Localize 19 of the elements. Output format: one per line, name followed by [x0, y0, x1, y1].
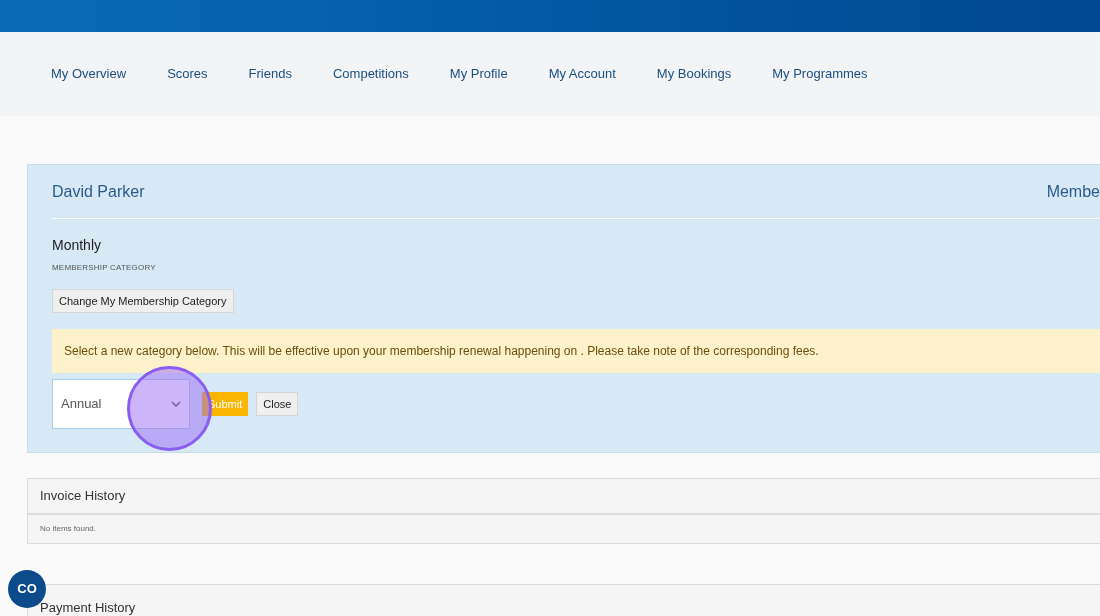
nav-link[interactable]: Scores — [167, 64, 208, 84]
nav-link[interactable]: Friends — [248, 64, 292, 84]
nav-link[interactable]: My Profile — [449, 64, 508, 84]
panel-title: Invoice History — [40, 487, 126, 506]
nav-link[interactable]: My Overview — [51, 64, 127, 84]
notice-message: Select a new category below. This will be effective upon your membership renewal happening on . Please take note of the corresponding fees. — [52, 329, 1100, 373]
empty-message: No items found. — [40, 523, 97, 535]
close-button[interactable]: Close — [256, 392, 299, 416]
nav-link[interactable]: My Bookings — [656, 64, 732, 84]
panel-heading: Membe — [1046, 181, 1100, 202]
category-value: Monthly — [52, 236, 102, 255]
change-category-button[interactable]: Change My Membership Category — [52, 289, 234, 313]
nav-link[interactable]: My Account — [548, 64, 616, 84]
chevron-down-icon — [171, 401, 181, 407]
category-label: MEMBERSHIP CATEGORY — [52, 262, 156, 274]
member-name: David Parker — [52, 181, 145, 202]
nav-link[interactable]: Competitions — [332, 64, 409, 84]
category-select[interactable]: Annual — [52, 379, 190, 429]
nav-link[interactable]: My Programmes — [772, 64, 868, 84]
